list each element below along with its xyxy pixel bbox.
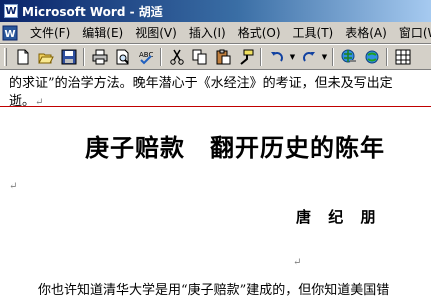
text-line-1: 的求证”的治学方法。晚年潜心于《水经注》的考证，但未及写出定 xyxy=(9,76,393,91)
print-icon[interactable] xyxy=(88,46,111,68)
article-author: 唐 纪 朋 xyxy=(296,208,382,226)
cut-icon[interactable] xyxy=(165,46,188,68)
menu-format[interactable]: 格式(O) xyxy=(232,24,287,41)
tables-borders-icon[interactable] xyxy=(391,46,414,68)
menu-window[interactable]: 窗口(W xyxy=(393,24,431,41)
open-icon[interactable] xyxy=(34,46,57,68)
window-title: Microsoft Word - 胡适 xyxy=(22,4,163,19)
undo-dropdown-icon[interactable]: ▼ xyxy=(288,46,297,68)
menu-file[interactable]: 文件(F) xyxy=(24,24,76,41)
toolbar-separator xyxy=(386,48,388,66)
toolbar-separator xyxy=(83,48,85,66)
new-icon[interactable] xyxy=(11,46,34,68)
undo-icon[interactable] xyxy=(265,46,288,68)
paragraph-mark-icon: ↵ xyxy=(293,257,302,268)
toolbar-grip[interactable] xyxy=(4,48,7,66)
title-bar: W Microsoft Word - 胡适 xyxy=(0,0,431,22)
document-control-icon[interactable]: W xyxy=(2,24,18,42)
paste-icon[interactable] xyxy=(211,46,234,68)
toolbar-separator xyxy=(260,48,262,66)
menu-insert[interactable]: 插入(I) xyxy=(183,24,232,41)
menu-edit[interactable]: 编辑(E) xyxy=(76,24,129,41)
toolbar-separator xyxy=(332,48,334,66)
menu-tools[interactable]: 工具(T) xyxy=(287,24,340,41)
redo-dropdown-icon[interactable]: ▼ xyxy=(320,46,329,68)
web-toolbar-icon[interactable] xyxy=(360,46,383,68)
copy-icon[interactable] xyxy=(188,46,211,68)
hyperlink-icon[interactable] xyxy=(337,46,360,68)
toolbar-separator xyxy=(160,48,162,66)
section-divider xyxy=(0,106,431,107)
word-app-icon: W xyxy=(4,4,18,18)
body-paragraph: 你也许知道清华大学是用“庚子赔款”建成的，但你知道美国错 xyxy=(38,283,390,298)
menu-view[interactable]: 视图(V) xyxy=(129,24,183,41)
print-preview-icon[interactable] xyxy=(111,46,134,68)
empty-paragraph: ↵ xyxy=(9,178,17,193)
svg-text:ABC: ABC xyxy=(139,51,153,59)
article-heading: 庚子赔款 翻开历史的陈年 xyxy=(85,134,385,162)
menu-table[interactable]: 表格(A) xyxy=(339,24,393,41)
standard-toolbar: ABC ▼ ▼ xyxy=(0,44,431,70)
document-area[interactable]: 的求证”的治学方法。晚年潜心于《水经注》的考证，但未及写出定 逝。↵ 庚子赔款 … xyxy=(0,70,431,299)
menu-bar: W 文件(F) 编辑(E) 视图(V) 插入(I) 格式(O) 工具(T) 表格… xyxy=(0,22,431,44)
format-painter-icon[interactable] xyxy=(234,46,257,68)
save-icon[interactable] xyxy=(57,46,80,68)
redo-icon[interactable] xyxy=(297,46,320,68)
spelling-icon[interactable]: ABC xyxy=(134,46,157,68)
paragraph-mark-icon: ↵ xyxy=(9,181,18,192)
empty-paragraph: ↵ xyxy=(293,254,301,269)
svg-text:W: W xyxy=(4,29,15,40)
